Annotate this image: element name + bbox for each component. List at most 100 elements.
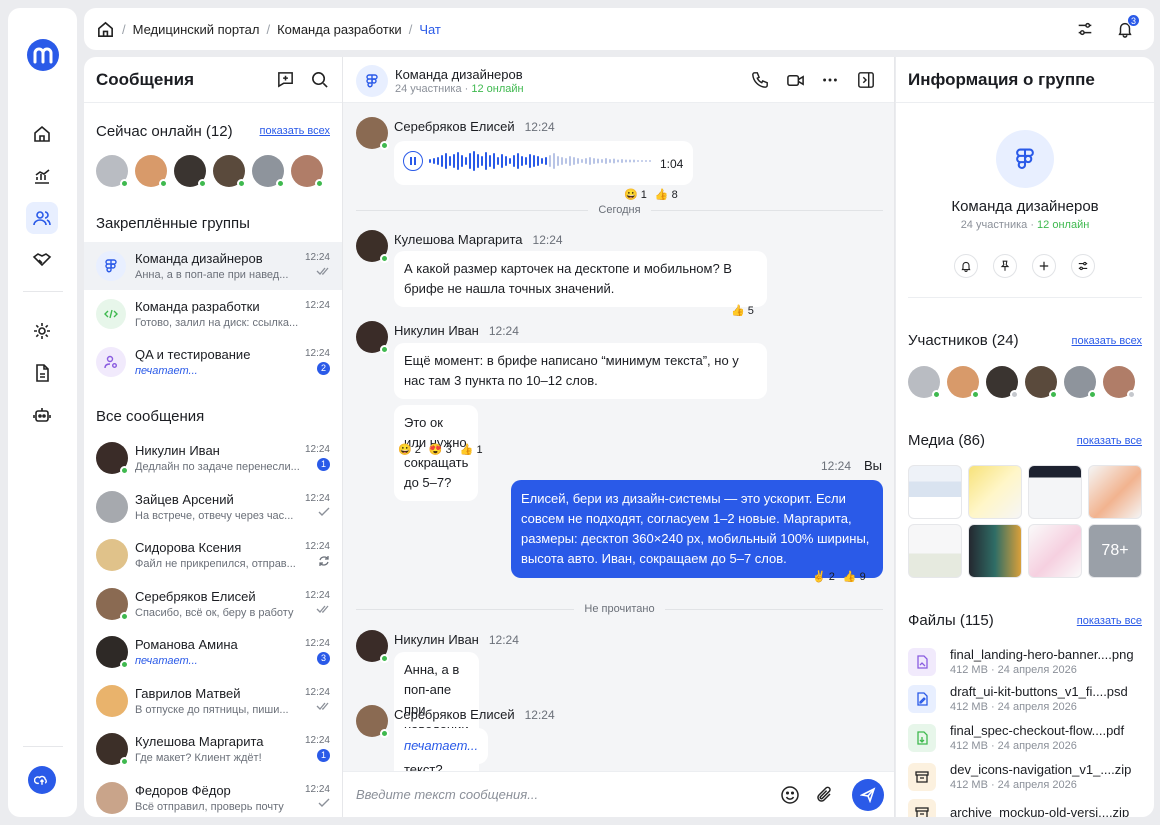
avatar[interactable]: [174, 155, 207, 188]
pause-icon[interactable]: [403, 151, 423, 171]
avatar[interactable]: [356, 630, 389, 663]
group-preview: Анна, а в поп-апе при навед...: [135, 269, 289, 281]
send-button[interactable]: [852, 779, 884, 811]
users-icon[interactable]: [26, 202, 58, 234]
list-item[interactable]: Федоров Фёдор Всё отправил, проверь почту…: [84, 774, 342, 818]
document-icon[interactable]: [26, 357, 58, 389]
message-composer: Введите текст сообщения...: [343, 771, 894, 817]
avatar[interactable]: [213, 155, 246, 188]
file-item[interactable]: draft_ui-kit-buttons_v1_fi....psd 412 MB …: [908, 684, 1142, 713]
bot-icon[interactable]: [26, 399, 58, 431]
toggle-sidebar-icon[interactable]: [856, 70, 876, 90]
divider: [908, 297, 1142, 298]
avatar: [96, 490, 128, 523]
avatar[interactable]: [1025, 366, 1058, 399]
emoji-icon[interactable]: [780, 785, 800, 810]
list-item[interactable]: Серебряков Елисей Спасибо, всё ок, беру в…: [84, 580, 342, 629]
avatar[interactable]: [356, 230, 389, 263]
media-thumbnail[interactable]: [908, 524, 962, 578]
upload-cloud-icon[interactable]: [28, 766, 56, 794]
list-item[interactable]: Сидорова Ксения Файл не прикрепился, отпр…: [84, 531, 342, 580]
app-logo-icon[interactable]: [26, 38, 60, 72]
voice-waveform[interactable]: [429, 151, 653, 171]
media-thumbnail[interactable]: [968, 524, 1022, 578]
breadcrumb-separator: /: [122, 21, 126, 37]
notifications-bell-icon[interactable]: 3: [1114, 14, 1140, 40]
messages-panel: Сообщения Сейчас онлайн (12) показать вс…: [84, 57, 342, 817]
reactions[interactable]: 😀 2 😍 3 👍 1: [398, 443, 483, 456]
archive-icon: [908, 799, 936, 817]
media-thumbnail[interactable]: [1028, 524, 1082, 578]
message-input[interactable]: Введите текст сообщения...: [356, 787, 538, 802]
media-thumbnail[interactable]: [908, 465, 962, 519]
breadcrumb-item-team[interactable]: Команда разработки: [277, 22, 402, 37]
list-item[interactable]: Гаврилов Матвей В отпуске до пятницы, пиш…: [84, 677, 342, 726]
pinned-group-qa[interactable]: QA и тестирование печатает... 12:24 2: [84, 338, 342, 386]
show-all-online-link[interactable]: показать всех: [260, 125, 330, 137]
avatar[interactable]: [908, 366, 941, 399]
pinned-group-designers[interactable]: Команда дизайнеров Анна, а в поп-апе при …: [84, 242, 342, 290]
breadcrumb-item-portal[interactable]: Медицинский портал: [133, 22, 260, 37]
avatar[interactable]: [1103, 366, 1136, 399]
attach-icon[interactable]: [815, 785, 835, 810]
handshake-icon[interactable]: [26, 244, 58, 276]
analytics-icon[interactable]: [26, 160, 58, 192]
pinned-group-dev[interactable]: Команда разработки Готово, залил на диск:…: [84, 290, 342, 338]
list-item[interactable]: Зайцев Арсений На встрече, отвечу через ч…: [84, 483, 342, 532]
media-thumbnail[interactable]: [1028, 465, 1082, 519]
list-item[interactable]: Кулешова Маргарита Где макет? Клиент ждёт…: [84, 725, 342, 774]
wave-bar: [637, 160, 639, 162]
reactions[interactable]: 👍 5: [731, 304, 754, 317]
chat-subtitle: 24 участника · 12 онлайн: [395, 83, 524, 95]
home-icon[interactable]: [26, 118, 58, 150]
avatar[interactable]: [947, 366, 980, 399]
code-icon: [96, 299, 126, 329]
show-all-media-link[interactable]: показать все: [1077, 435, 1142, 447]
file-item[interactable]: final_landing-hero-banner....png 412 MB ·…: [908, 647, 1142, 676]
list-item[interactable]: Романова Амина печатает... 12:24 3: [84, 628, 342, 677]
reactions[interactable]: ✌️ 2 👍 9: [812, 570, 866, 583]
file-item[interactable]: final_spec-checkout-flow....pdf 412 MB · …: [908, 723, 1142, 752]
show-all-participants-link[interactable]: показать всех: [1072, 335, 1142, 347]
avatar[interactable]: [252, 155, 285, 188]
avatar[interactable]: [1064, 366, 1097, 399]
media-thumbnail[interactable]: [1088, 465, 1142, 519]
show-all-files-link[interactable]: показать все: [1077, 615, 1142, 627]
wave-bar: [597, 158, 599, 164]
group-name: QA и тестирование: [135, 347, 251, 362]
wave-bar: [493, 153, 495, 169]
avatar[interactable]: [356, 321, 389, 354]
message-preview: В отпуске до пятницы, пиши...: [135, 703, 289, 716]
message-preview: Где макет? Клиент ждёт!: [135, 752, 262, 765]
more-media-tile[interactable]: 78+: [1088, 524, 1142, 578]
group-name: Команда дизайнеров: [135, 251, 263, 266]
wave-bar: [613, 158, 615, 164]
list-item[interactable]: Никулин Иван Дедлайн по задаче перенесли.…: [84, 434, 342, 483]
wave-bar: [649, 160, 651, 162]
avatar[interactable]: [96, 155, 129, 188]
message-preview: Спасибо, всё ок, беру в работу: [135, 606, 294, 619]
bell-icon[interactable]: [954, 254, 978, 278]
more-icon[interactable]: [820, 70, 840, 90]
avatar[interactable]: [356, 705, 389, 738]
phone-icon[interactable]: [750, 70, 770, 90]
retry-icon[interactable]: [318, 555, 330, 567]
media-thumbnail[interactable]: [968, 465, 1022, 519]
reactions[interactable]: 😀 1 👍 8: [624, 188, 678, 201]
settings-sliders-icon[interactable]: [1071, 254, 1095, 278]
new-message-icon[interactable]: [274, 69, 296, 91]
add-icon[interactable]: [1032, 254, 1056, 278]
media-grid: 78+: [908, 465, 1142, 578]
file-item[interactable]: archive_mockup-old-versi....zip: [908, 799, 1142, 817]
avatar[interactable]: [986, 366, 1019, 399]
pin-icon[interactable]: [993, 254, 1017, 278]
avatar[interactable]: [291, 155, 324, 188]
settings-icon[interactable]: [26, 315, 58, 347]
avatar[interactable]: [135, 155, 168, 188]
filter-sliders-icon[interactable]: [1074, 18, 1096, 40]
home-icon[interactable]: [96, 20, 115, 39]
file-item[interactable]: dev_icons-navigation_v1_....zip 412 MB · …: [908, 762, 1142, 791]
avatar[interactable]: [356, 117, 389, 150]
video-icon[interactable]: [785, 70, 805, 90]
search-icon[interactable]: [308, 69, 330, 91]
